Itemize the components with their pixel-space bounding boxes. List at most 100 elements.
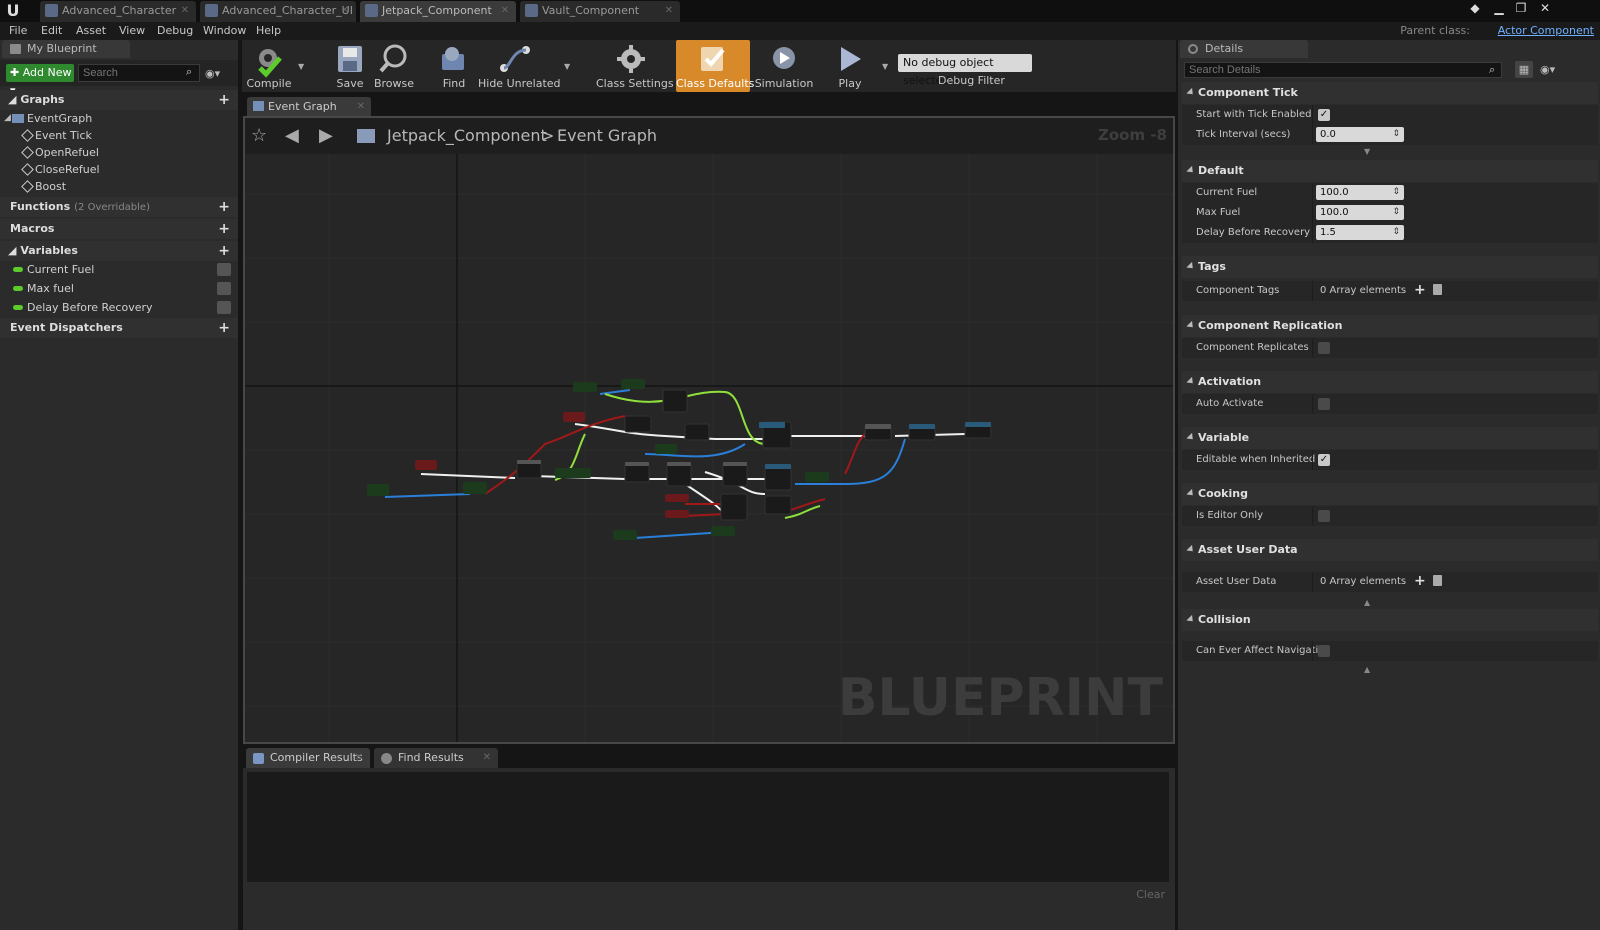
add-graph-icon[interactable]: +: [218, 90, 230, 110]
class-settings-button[interactable]: Class Settings: [596, 40, 674, 92]
column-divider[interactable]: [1312, 203, 1313, 223]
max-fuel-field[interactable]: 100.0 ⇕: [1316, 205, 1404, 220]
favorite-star-icon[interactable]: ☆: [251, 125, 267, 146]
column-divider[interactable]: [1312, 641, 1313, 661]
tree-item-event-tick[interactable]: Event Tick: [0, 127, 238, 144]
delay-before-recovery-field[interactable]: 1.5 ⇕: [1316, 225, 1404, 240]
close-icon[interactable]: ✕: [501, 1, 509, 21]
doc-tab-advanced-character[interactable]: Advanced_Character ✕: [40, 1, 196, 22]
close-icon[interactable]: ✕: [181, 1, 189, 21]
clear-button[interactable]: Clear: [1136, 888, 1165, 901]
menu-window[interactable]: Window: [203, 24, 246, 37]
minimize-icon[interactable]: ▁: [1488, 0, 1510, 18]
editable-when-inherited-checkbox[interactable]: ✓: [1318, 454, 1330, 466]
graph-canvas[interactable]: [245, 154, 1173, 742]
variable-item-current-fuel[interactable]: Current Fuel: [0, 261, 238, 278]
category-component-replication[interactable]: Component Replication: [1182, 315, 1598, 337]
notification-icon[interactable]: ◆: [1464, 0, 1486, 18]
forward-arrow-icon[interactable]: ▶: [319, 125, 333, 146]
play-options-chevron-icon[interactable]: ▼: [882, 62, 888, 71]
my-blueprint-search-input[interactable]: [78, 64, 200, 82]
add-macro-icon[interactable]: +: [218, 219, 230, 239]
browse-button[interactable]: Browse: [372, 40, 416, 92]
parent-class-link[interactable]: Actor Component: [1498, 24, 1594, 37]
spin-arrows-icon[interactable]: ⇕: [1392, 205, 1400, 220]
compiler-results-tab[interactable]: Compiler Results ✕: [246, 748, 370, 768]
column-divider[interactable]: [1312, 223, 1313, 243]
column-divider[interactable]: [1312, 450, 1313, 470]
can-ever-affect-navigation-checkbox[interactable]: [1318, 645, 1330, 657]
macros-section-header[interactable]: Macros +: [0, 219, 238, 239]
simulation-button[interactable]: Simulation: [754, 40, 814, 92]
doc-tab-advanced-character-ui[interactable]: Advanced_Character_UI ✕: [200, 1, 356, 22]
save-button[interactable]: Save: [330, 40, 370, 92]
maximize-icon[interactable]: ❐: [1510, 0, 1532, 18]
category-asset-user-data[interactable]: Asset User Data: [1182, 539, 1598, 561]
variables-section-header[interactable]: ◢ Variables +: [0, 241, 238, 261]
advanced-expand-icon[interactable]: ▼: [1364, 147, 1370, 156]
visibility-eye-icon[interactable]: [217, 282, 231, 295]
event-graph-tab[interactable]: Event Graph ✕: [247, 97, 371, 116]
column-divider[interactable]: [1312, 572, 1313, 592]
tick-interval-field[interactable]: 0.0 ⇕: [1316, 127, 1404, 142]
category-component-tick[interactable]: Component Tick: [1182, 82, 1598, 104]
variable-item-delay-before-recovery[interactable]: Delay Before Recovery: [0, 299, 238, 316]
find-button[interactable]: Find: [434, 40, 474, 92]
add-element-icon[interactable]: +: [1414, 573, 1426, 589]
doc-tab-jetpack-component[interactable]: Jetpack_Component ✕: [360, 1, 516, 22]
graph-editor[interactable]: ☆ ◀ ▶ Jetpack_Component > Event Graph Zo…: [243, 116, 1175, 744]
tree-item-boost[interactable]: Boost: [0, 178, 238, 195]
is-editor-only-checkbox[interactable]: [1318, 510, 1330, 522]
search-icon[interactable]: ⌕: [1489, 63, 1495, 77]
add-function-icon[interactable]: +: [218, 197, 230, 217]
graphs-section-header[interactable]: ◢ Graphs +: [0, 90, 238, 110]
menu-help[interactable]: Help: [256, 24, 281, 37]
search-icon[interactable]: ⌕: [186, 66, 198, 78]
advanced-collapse-icon[interactable]: ▲: [1364, 665, 1370, 674]
add-event-dispatcher-icon[interactable]: +: [218, 318, 230, 338]
tree-item-closerefuel[interactable]: CloseRefuel: [0, 161, 238, 178]
start-tick-checkbox[interactable]: ✓: [1318, 109, 1330, 121]
category-variable[interactable]: Variable: [1182, 427, 1598, 449]
close-icon[interactable]: ✕: [341, 1, 349, 21]
menu-debug[interactable]: Debug: [157, 24, 193, 37]
event-dispatchers-section-header[interactable]: Event Dispatchers +: [0, 318, 238, 338]
find-results-tab[interactable]: Find Results ✕: [374, 748, 498, 768]
menu-edit[interactable]: Edit: [41, 24, 62, 37]
functions-section-header[interactable]: Functions (2 Overridable) +: [0, 197, 238, 217]
compile-options-chevron-icon[interactable]: ▼: [298, 62, 304, 71]
property-matrix-icon[interactable]: ▦: [1515, 61, 1533, 78]
my-blueprint-tab[interactable]: My Blueprint: [2, 40, 130, 58]
advanced-collapse-icon[interactable]: ▲: [1364, 598, 1370, 607]
close-icon[interactable]: ✕: [357, 97, 365, 116]
category-cooking[interactable]: Cooking: [1182, 483, 1598, 505]
category-collision[interactable]: Collision: [1182, 609, 1598, 631]
view-options-icon[interactable]: ◉▾: [205, 67, 220, 80]
tree-item-openrefuel[interactable]: OpenRefuel: [0, 144, 238, 161]
spin-arrows-icon[interactable]: ⇕: [1392, 127, 1400, 142]
menu-asset[interactable]: Asset: [76, 24, 106, 37]
component-replicates-checkbox[interactable]: [1318, 342, 1330, 354]
breadcrumb-graph[interactable]: Event Graph: [557, 126, 657, 145]
class-defaults-button[interactable]: Class Defaults: [676, 40, 754, 92]
category-activation[interactable]: Activation: [1182, 371, 1598, 393]
column-divider[interactable]: [1312, 338, 1313, 358]
details-tab[interactable]: Details: [1180, 40, 1308, 58]
column-divider[interactable]: [1312, 125, 1313, 145]
add-new-button[interactable]: ✚ Add New ▾: [6, 64, 74, 97]
hide-unrelated-button[interactable]: Hide Unrelated: [478, 40, 561, 92]
auto-activate-checkbox[interactable]: [1318, 398, 1330, 410]
trash-icon[interactable]: [1433, 575, 1442, 586]
compile-button[interactable]: Compile: [246, 40, 292, 92]
compiler-results-log[interactable]: [247, 772, 1169, 882]
menu-file[interactable]: File: [9, 24, 27, 37]
back-arrow-icon[interactable]: ◀: [285, 125, 299, 146]
variable-item-max-fuel[interactable]: Max fuel: [0, 280, 238, 297]
column-divider[interactable]: [1312, 506, 1313, 526]
view-options-icon[interactable]: ◉▾: [1540, 63, 1555, 76]
close-icon[interactable]: ✕: [483, 748, 491, 768]
close-window-icon[interactable]: ✕: [1534, 0, 1556, 18]
column-divider[interactable]: [1312, 394, 1313, 414]
details-search-input[interactable]: [1184, 62, 1502, 78]
add-variable-icon[interactable]: +: [218, 241, 230, 261]
